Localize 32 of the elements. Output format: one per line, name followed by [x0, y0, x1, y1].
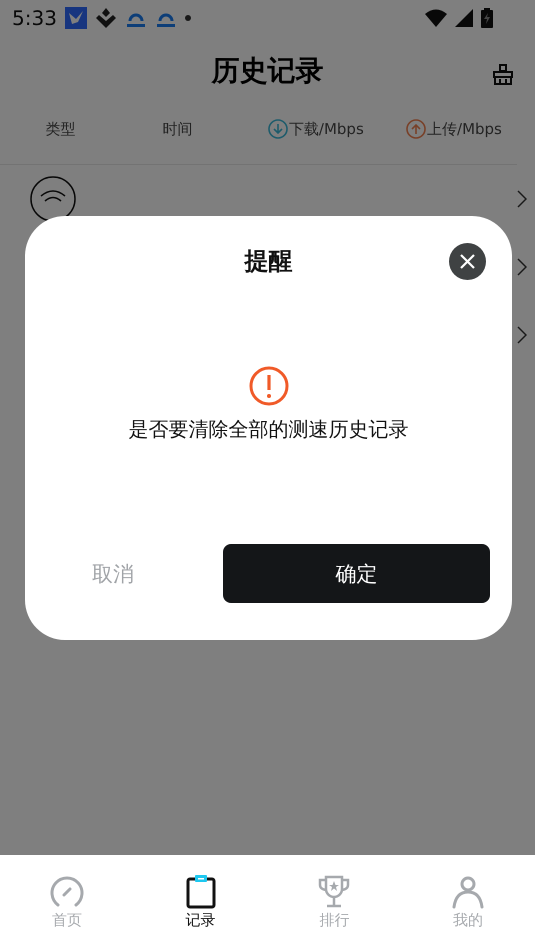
status-time: 5:33 [12, 6, 57, 30]
signal-icon [455, 9, 473, 27]
wifi-icon [30, 176, 76, 222]
chevron-icon[interactable] [517, 258, 527, 276]
column-header: 时间 [162, 120, 193, 138]
nav-tab[interactable]: 我的 [401, 875, 535, 930]
page-title: 历史记录 [212, 53, 324, 89]
wifi-icon [425, 9, 447, 27]
gauge-icon [50, 875, 84, 909]
nav-tab[interactable]: 排行 [268, 875, 402, 930]
upload-icon [406, 119, 426, 139]
column-header: 上传/Mbps [427, 120, 502, 138]
column-header: 下载/Mbps [288, 120, 364, 138]
column-header: 类型 [45, 120, 76, 138]
chevron-icon[interactable] [517, 190, 527, 208]
nav-tab[interactable]: 记录 [134, 875, 268, 930]
battery-icon [481, 8, 493, 28]
clipboard-icon [186, 875, 216, 909]
dialog-message: 是否要清除全部的测速历史记录 [128, 416, 408, 443]
cancel-button[interactable]: 取消 [25, 558, 201, 588]
nav-tab[interactable]: 首页 [0, 875, 134, 930]
dot-icon [184, 15, 191, 21]
confirm-button[interactable]: 确定 [223, 544, 490, 603]
chevron-icon[interactable] [517, 326, 527, 344]
dialog-title: 提醒 [244, 246, 292, 277]
warning-icon [248, 366, 288, 406]
diamond-icon [94, 7, 117, 29]
trophy-icon [317, 875, 352, 909]
broom-icon[interactable] [492, 64, 514, 86]
person-icon [452, 875, 484, 909]
download-icon [268, 119, 288, 139]
close-icon[interactable] [449, 243, 486, 280]
